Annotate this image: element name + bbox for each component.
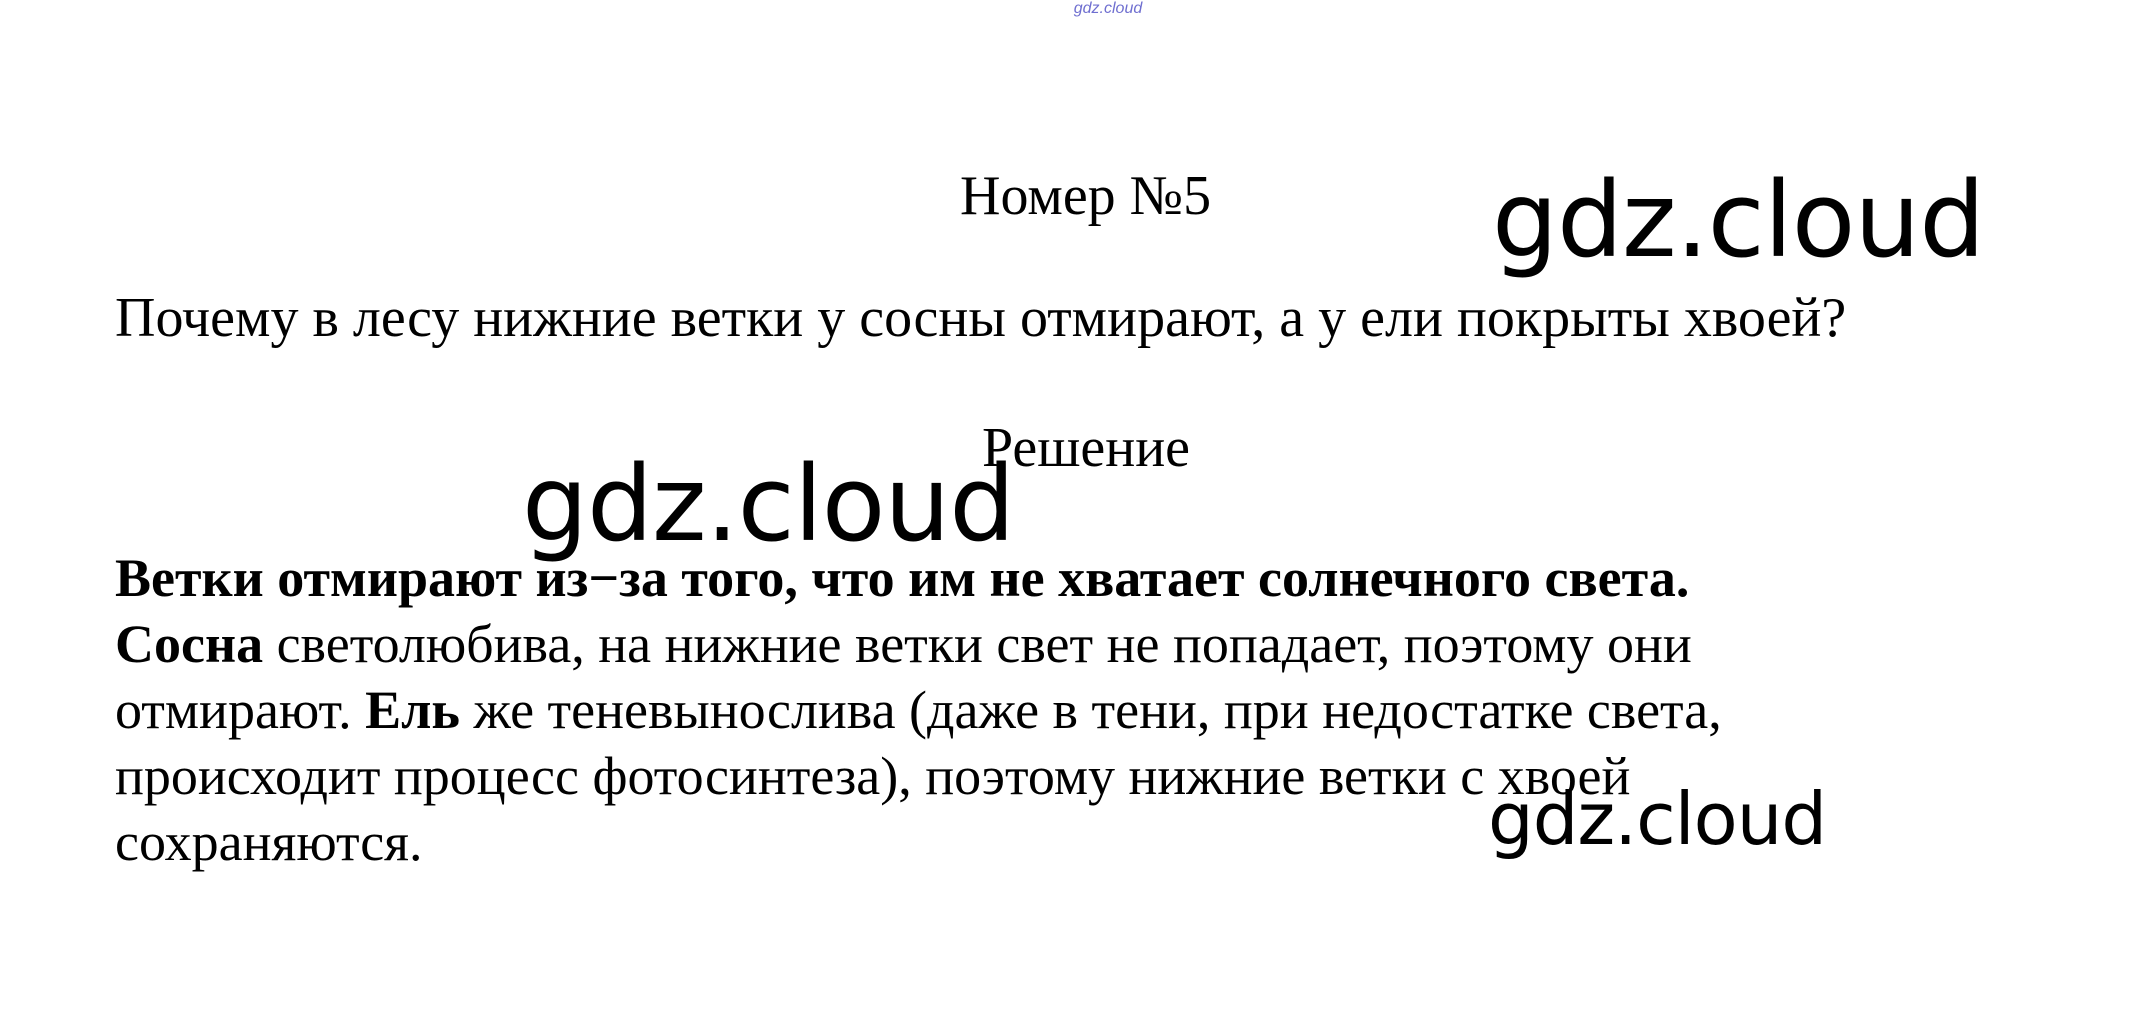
- task-title: Номер №5: [960, 165, 1212, 227]
- watermark-logo-middle-left: gdz.cloud: [522, 443, 1015, 565]
- watermark-logo-lower-right: gdz.cloud: [1488, 777, 1827, 861]
- question-text: Почему в лесу нижние ветки у сосны отмир…: [115, 287, 1847, 349]
- answer-bold-spruce: Ель: [365, 680, 460, 740]
- answer-line-3-text-a: отмирают.: [115, 680, 366, 740]
- answer-line-2-text: светолюбива, на нижние ветки свет не поп…: [263, 614, 1692, 674]
- answer-bold-pine: Сосна: [115, 614, 264, 674]
- answer-line-3-text-b: же теневынослива (даже в тени, при недос…: [459, 680, 1722, 740]
- answer-line-1: Ветки отмирают из−за того, что им не хва…: [115, 545, 2015, 611]
- watermark-logo-upper-right: gdz.cloud: [1492, 159, 1985, 281]
- answer-line-2: Сосна светолюбива, на нижние ветки свет …: [115, 611, 2015, 677]
- top-watermark: gdz.cloud: [1073, 0, 1143, 17]
- answer-line-3: отмирают. Ель же теневынослива (даже в т…: [115, 677, 2015, 743]
